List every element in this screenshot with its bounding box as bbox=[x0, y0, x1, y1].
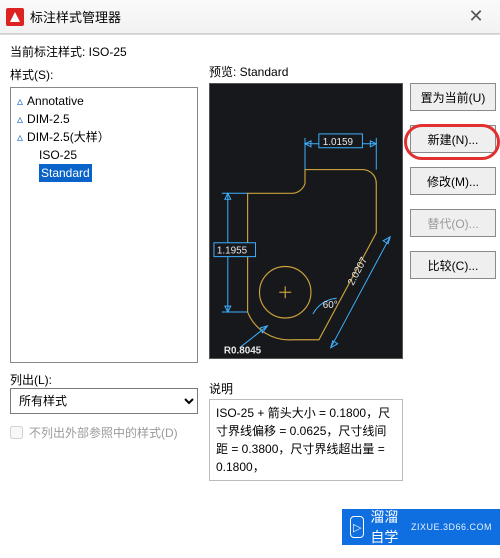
watermark: ▷ 溜溜自学 ZIXUE.3D66.COM bbox=[342, 509, 500, 545]
external-refs-checkbox-row: 不列出外部参照中的样式(D) bbox=[10, 424, 198, 441]
preview-pane: 1.0159 1.1955 2.0207 60° R0.8045 bbox=[209, 83, 403, 359]
play-icon: ▷ bbox=[350, 516, 364, 538]
dim-right: 2.0207 bbox=[346, 256, 370, 288]
style-item-annotative[interactable]: ▵Annotative bbox=[17, 92, 191, 110]
external-refs-checkbox bbox=[10, 426, 23, 439]
dim-angle: 60° bbox=[323, 300, 338, 311]
current-style-label: 当前标注样式: ISO-25 bbox=[10, 43, 496, 60]
new-button[interactable]: 新建(N)... bbox=[410, 125, 496, 153]
style-item-dim25-detail[interactable]: ▵DIM-2.5(大样） bbox=[17, 128, 191, 146]
styles-label: 样式(S): bbox=[10, 66, 198, 83]
external-refs-label: 不列出外部参照中的样式(D) bbox=[29, 424, 178, 441]
watermark-sub: ZIXUE.3D66.COM bbox=[411, 522, 492, 532]
window-title: 标注样式管理器 bbox=[30, 7, 456, 26]
modify-button[interactable]: 修改(M)... bbox=[410, 167, 496, 195]
override-button[interactable]: 替代(O)... bbox=[410, 209, 496, 237]
close-button[interactable]: ✕ bbox=[456, 2, 496, 32]
dim-left: 1.1955 bbox=[217, 246, 248, 257]
preview-label: 预览: Standard bbox=[209, 63, 288, 80]
dim-radius: R0.8045 bbox=[224, 346, 262, 357]
style-item-standard[interactable]: Standard bbox=[17, 164, 191, 182]
dim-top: 1.0159 bbox=[323, 137, 354, 148]
list-label: 列出(L): bbox=[10, 371, 198, 388]
description-box: ISO-25 + 箭头大小 = 0.1800，尺寸界线偏移 = 0.0625，尺… bbox=[209, 399, 403, 481]
app-icon bbox=[6, 8, 24, 26]
watermark-brand: 溜溜自学 bbox=[370, 507, 405, 547]
style-item-dim25[interactable]: ▵DIM-2.5 bbox=[17, 110, 191, 128]
annotative-icon: ▵ bbox=[17, 94, 23, 108]
style-item-iso25[interactable]: ISO-25 bbox=[17, 146, 191, 164]
style-list[interactable]: ▵Annotative ▵DIM-2.5 ▵DIM-2.5(大样） ISO-25… bbox=[10, 87, 198, 363]
annotative-icon: ▵ bbox=[17, 112, 23, 126]
set-current-button[interactable]: 置为当前(U) bbox=[410, 83, 496, 111]
compare-button[interactable]: 比较(C)... bbox=[410, 251, 496, 279]
list-combo[interactable]: 所有样式 bbox=[10, 388, 198, 414]
description-label: 说明 bbox=[209, 380, 495, 397]
description-text: ISO-25 + 箭头大小 = 0.1800，尺寸界线偏移 = 0.0625，尺… bbox=[216, 406, 390, 474]
annotative-icon: ▵ bbox=[17, 130, 23, 144]
